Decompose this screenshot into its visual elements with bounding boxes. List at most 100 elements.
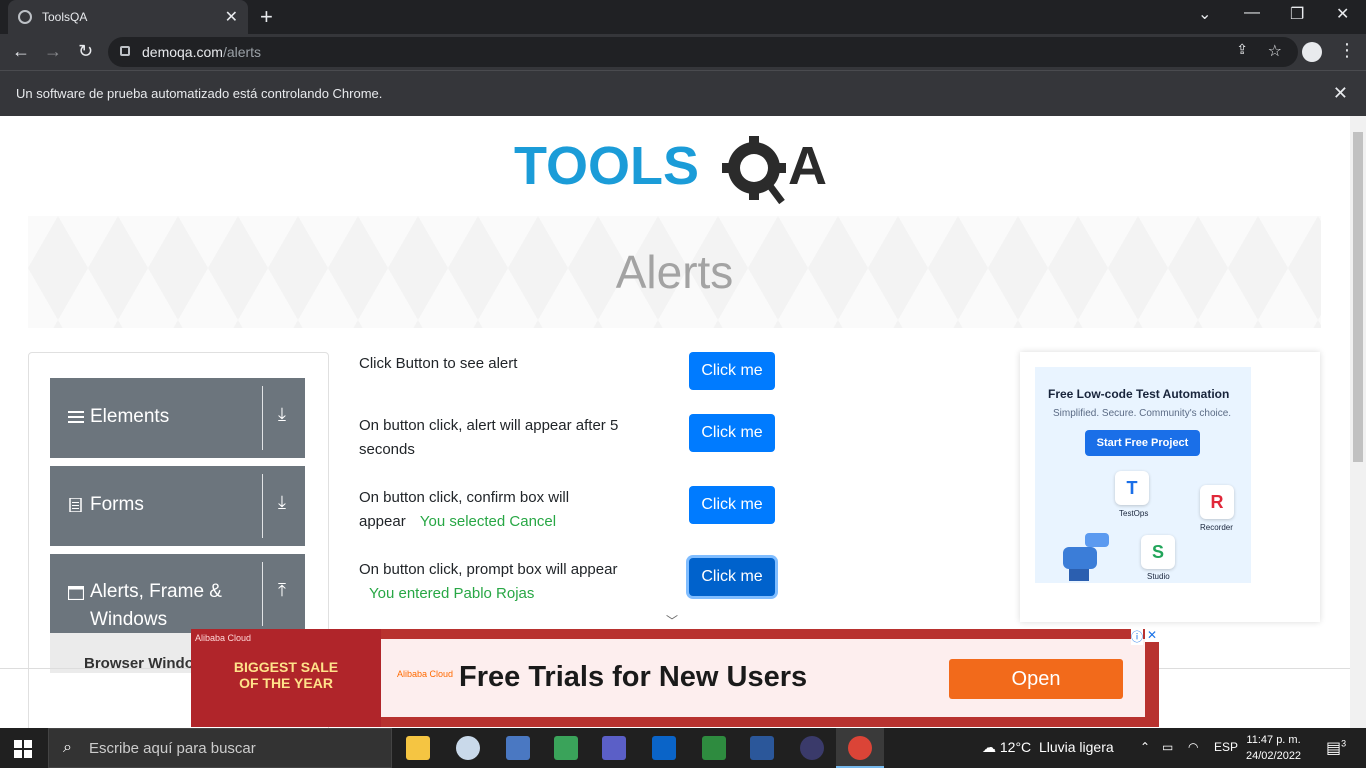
back-icon[interactable]: ← [12,41,30,62]
alert-row-1: Click Button to see alert [359,352,659,376]
window-icon [68,586,84,600]
notification-icon[interactable]: ▤3 [1326,738,1346,758]
minimize-icon[interactable]: — [1244,4,1260,22]
download-icon[interactable]: ⤓ [278,404,286,425]
paint-icon[interactable] [456,736,480,760]
divider [262,386,263,450]
weather-widget[interactable]: ☁ 12°C Lluvia ligera [982,739,1114,756]
alert-row-3: On button click, confirm box will appear… [359,486,619,534]
sidebar-group-forms[interactable]: Forms ⤓ [50,466,305,546]
download-icon[interactable]: ⤓ [278,492,286,513]
toolsqa-logo[interactable]: TOOLS A [514,134,844,206]
svg-text:TOOLS: TOOLS [514,136,699,196]
prompt-description: On button click, prompt box will appear [359,561,618,578]
timer-alert-button[interactable]: Click me [689,414,775,452]
bottom-ad[interactable]: Alibaba Cloud BIGGEST SALE OF THE YEAR A… [191,628,1159,727]
address-bar[interactable]: demoqa.com/alerts ⇪ ☆ [108,37,1298,67]
chevron-down-icon[interactable]: ﹀ [666,612,678,629]
infobar-text: Un software de prueba automatizado está … [16,86,383,101]
url-path: /alerts [222,44,262,60]
ad-brand: Alibaba Cloud [195,633,252,643]
profile-avatar-icon[interactable] [1302,42,1322,62]
svg-text:A: A [788,136,827,196]
notification-count: 3 [1341,738,1347,749]
sidebar-group-label: Forms [90,494,144,515]
testops-app-icon: T [1115,471,1149,505]
page-scrollbar[interactable] [1350,116,1366,728]
windows-start-icon[interactable] [14,740,32,758]
menu-icon [68,411,84,423]
reload-icon[interactable]: ↻ [78,41,93,62]
sidebar-group-elements[interactable]: Elements ⤓ [50,378,305,458]
bookmark-star-icon[interactable]: ☆ [1268,41,1282,61]
ad-close-icon[interactable]: ✕ [1145,628,1159,642]
browser-toolbar: ← → ↻ demoqa.com/alerts ⇪ ☆ [0,34,1366,70]
chrome-taskbar-button[interactable] [836,728,884,768]
sidebar-group-label: Elements [90,406,170,427]
share-icon[interactable]: ⇪ [1236,41,1248,58]
studio-app-icon: S [1141,535,1175,569]
tab-bar: ToolsQA ✕ + ⌄ — ❐ ✕ [0,0,1366,34]
weather-text: Lluvia ligera [1038,739,1114,755]
language-indicator[interactable]: ESP [1214,740,1238,754]
lock-icon[interactable] [120,46,130,56]
excel-tool-icon[interactable] [702,736,726,760]
ad-content[interactable]: Alibaba Cloud Free Trials for New Users … [381,639,1145,717]
prompt-button[interactable]: Click me [689,558,775,596]
prompt-result: You entered Pablo Rojas [369,585,535,602]
word-icon[interactable] [750,736,774,760]
outlook-icon[interactable] [652,736,676,760]
form-icon [69,498,82,512]
tab-title: ToolsQA [42,10,88,24]
search-icon: ⌕ [63,739,72,756]
ad-headline: Free Trials for New Users [459,661,808,693]
app-label: Studio [1147,572,1170,581]
alert-description: Click Button to see alert [359,355,518,372]
side-ad-creative[interactable]: Free Low-code Test Automation Simplified… [1035,367,1251,583]
clock-time: 11:47 p. m. [1246,734,1301,746]
close-window-icon[interactable]: ✕ [1336,4,1349,24]
media-player-icon[interactable] [554,736,578,760]
ad-promo-image[interactable]: Alibaba Cloud BIGGEST SALE OF THE YEAR [191,629,381,727]
file-explorer-icon[interactable] [406,736,430,760]
forward-icon[interactable]: → [44,41,62,62]
page-title: Alerts [615,246,734,298]
chevron-up-icon[interactable]: ⌃ [1140,740,1150,754]
teams-icon[interactable] [602,736,626,760]
automation-infobar: Un software de prueba automatizado está … [0,70,1366,116]
robot-arm-icon [1063,533,1109,581]
ad-info-icon[interactable]: ⓘ [1130,628,1143,645]
new-tab-button[interactable]: + [260,4,273,30]
side-ad-title: Free Low-code Test Automation [1048,387,1230,401]
tab-toolsqa[interactable]: ToolsQA ✕ [8,0,248,34]
taskbar-search-box[interactable]: ⌕ Escribe aquí para buscar [48,728,392,768]
search-placeholder: Escribe aquí para buscar [89,739,256,757]
alert-row-4: On button click, prompt box will appear … [359,558,619,606]
confirm-result: You selected Cancel [419,513,557,530]
timer-alert-description: On button click, alert will appear after… [359,417,619,458]
app-label: TestOps [1119,509,1149,518]
upload-icon[interactable]: ⤒ [278,580,286,601]
scrollbar-thumb[interactable] [1353,132,1363,462]
eclipse-icon[interactable] [800,736,824,760]
side-ad-subtitle: Simplified. Secure. Community's choice. [1053,408,1232,419]
infobar-close-icon[interactable]: ✕ [1333,83,1348,104]
battery-icon[interactable]: ▭ [1162,740,1173,754]
sidebar-group-alerts-frame-windows[interactable]: Alerts, Frame & Windows ⤒ [50,554,305,634]
chrome-menu-icon[interactable]: ⋮ [1338,40,1356,61]
ad-open-button[interactable]: Open [949,659,1123,699]
wifi-icon[interactable]: ◠ [1188,740,1198,754]
start-free-project-button[interactable]: Start Free Project [1085,430,1200,456]
network-tool-icon[interactable] [506,736,530,760]
ad-sale-text: BIGGEST SALE OF THE YEAR [233,659,339,691]
clock[interactable]: 11:47 p. m. 24/02/2022 [1246,732,1301,764]
restore-icon[interactable]: ❐ [1290,4,1304,24]
close-tab-icon[interactable]: ✕ [225,7,238,27]
confirm-button[interactable]: Click me [689,486,775,524]
side-ad[interactable]: Free Low-code Test Automation Simplified… [1020,352,1320,622]
clock-date: 24/02/2022 [1246,750,1302,762]
alert-button[interactable]: Click me [689,352,775,390]
recorder-app-icon: R [1200,485,1234,519]
tab-search-icon[interactable]: ⌄ [1198,4,1211,24]
chrome-icon [848,736,872,760]
